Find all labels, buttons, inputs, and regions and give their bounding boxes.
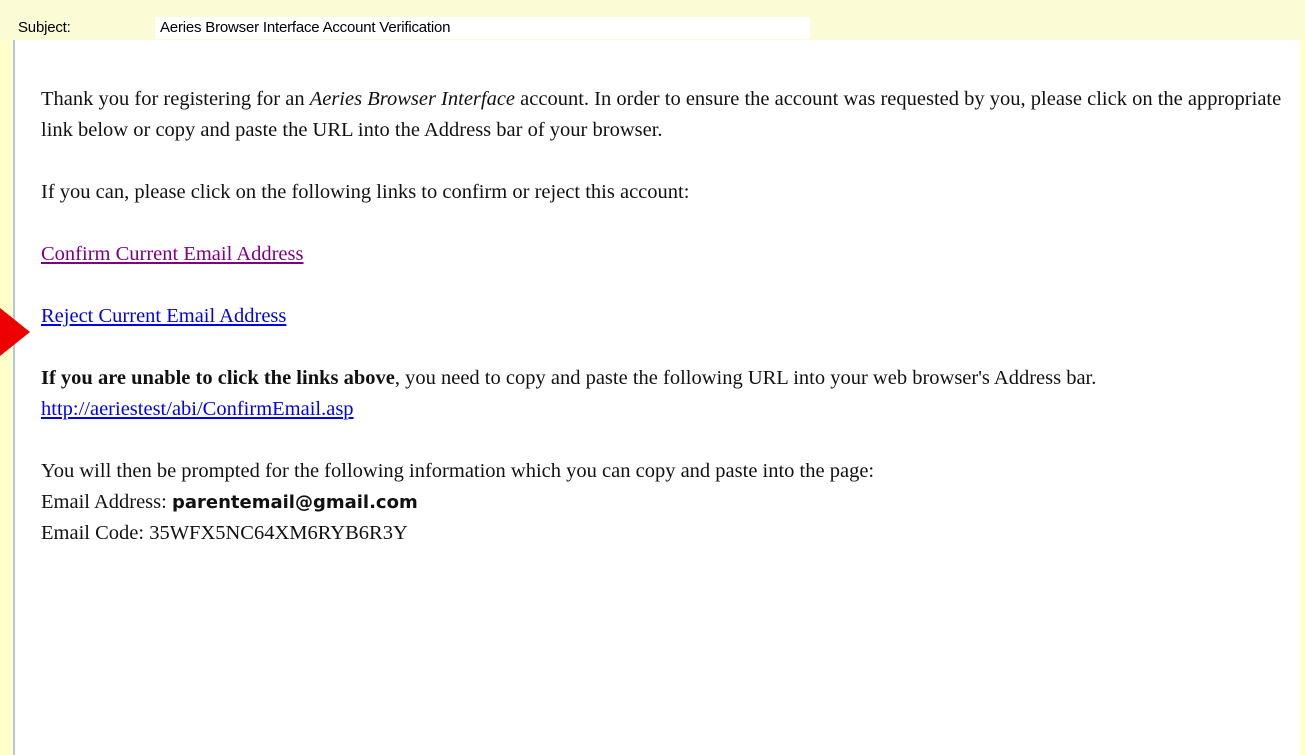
fallback-bold-text: If you are unable to click the links abo… xyxy=(41,367,395,389)
email-address-value: parentemail@gmail.com xyxy=(171,492,418,513)
confirm-url-link[interactable]: http://aeriestest/abi/ConfirmEmail.asp xyxy=(41,398,354,420)
subject-value: Aeries Browser Interface Account Verific… xyxy=(160,19,451,36)
info-paragraph: You will then be prompted for the follow… xyxy=(41,456,1291,549)
reject-link-paragraph: Reject Current Email Address xyxy=(41,301,1291,332)
subject-bar: Subject: Aeries Browser Interface Accoun… xyxy=(0,0,1305,40)
confirm-link-paragraph: Confirm Current Email Address xyxy=(41,239,1291,270)
info-text: You will then be prompted for the follow… xyxy=(41,460,875,482)
email-address-label: Email Address: xyxy=(41,491,172,513)
instruction-paragraph: If you can, please click on the followin… xyxy=(41,181,690,203)
email-code-label: Email Code: xyxy=(41,522,150,544)
subject-field: Aeries Browser Interface Account Verific… xyxy=(155,17,810,39)
reject-email-link[interactable]: Reject Current Email Address xyxy=(41,305,286,327)
email-content: Thank you for registering for an Aeries … xyxy=(41,84,1291,580)
product-name: Aeries Browser Interface xyxy=(309,88,516,110)
fallback-paragraph: If you are unable to click the links abo… xyxy=(41,363,1291,425)
confirm-email-link[interactable]: Confirm Current Email Address xyxy=(41,243,303,265)
red-arrow-icon xyxy=(0,308,30,356)
email-code-value: 35WFX5NC64XM6RYB6R3Y xyxy=(149,522,408,544)
message-body-pane: Thank you for registering for an Aeries … xyxy=(13,40,1300,755)
intro-text-start: Thank you for registering for an xyxy=(41,88,310,110)
subject-label: Subject: xyxy=(18,19,71,36)
intro-paragraph: Thank you for registering for an Aeries … xyxy=(41,84,1291,146)
fallback-text: , you need to copy and paste the followi… xyxy=(394,367,1097,389)
